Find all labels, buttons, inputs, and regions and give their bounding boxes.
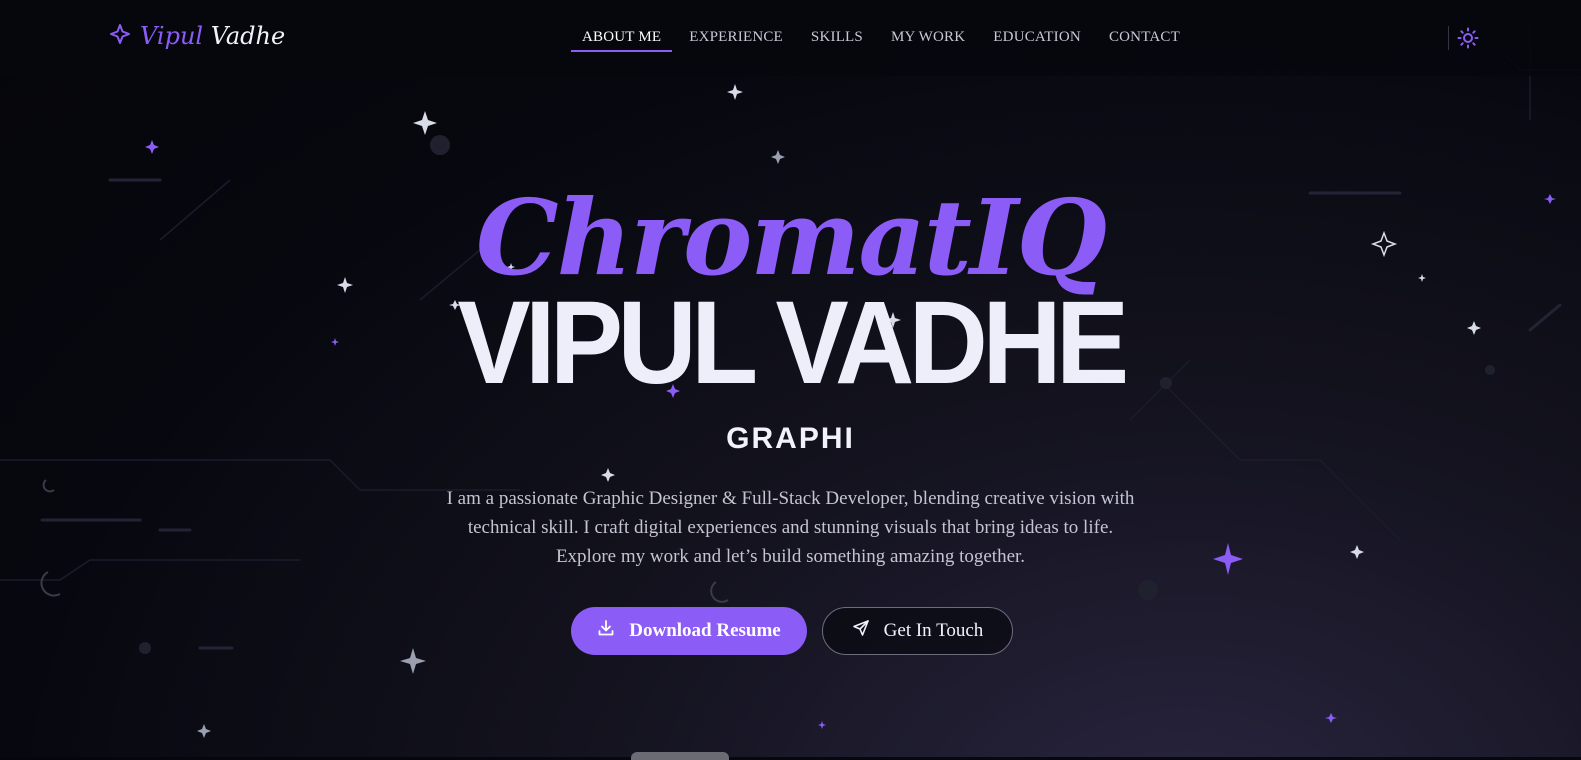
nav-contact[interactable]: CONTACT (1098, 28, 1191, 52)
nav-my-work[interactable]: MY WORK (880, 28, 976, 52)
top-navbar: Vipul Vadhe ABOUT ME EXPERIENCE SKILLS M… (0, 0, 1581, 76)
logo-first-name: Vipul (140, 22, 204, 50)
logo-text: Vipul Vadhe (140, 22, 285, 50)
get-in-touch-button[interactable]: Get In Touch (822, 607, 1013, 655)
intro-line: I am a passionate Graphic Designer & Ful… (446, 488, 1135, 509)
download-resume-button[interactable]: Download Resume (571, 607, 807, 655)
hero-role: GRAPHI (726, 422, 855, 455)
sun-icon (1457, 27, 1479, 53)
main-nav: ABOUT ME EXPERIENCE SKILLS MY WORK EDUCA… (571, 28, 1197, 52)
download-resume-label: Download Resume (629, 620, 781, 641)
nav-about-me[interactable]: ABOUT ME (571, 28, 673, 52)
brand-script-title: ChromatIQ (475, 176, 1107, 299)
download-icon (597, 619, 615, 643)
theme-toggle-button[interactable] (1457, 27, 1479, 49)
scroll-indicator[interactable] (631, 752, 729, 760)
logo[interactable]: Vipul Vadhe (110, 22, 285, 50)
logo-last-name: Vadhe (210, 22, 286, 50)
nav-divider (1448, 26, 1449, 50)
hero-name: VIPUL VADHE (457, 277, 1129, 409)
intro-line: technical skill. I craft digital experie… (467, 517, 1114, 538)
send-icon (852, 619, 870, 643)
nav-education[interactable]: EDUCATION (982, 28, 1092, 52)
sparkle-icon (110, 24, 130, 48)
get-in-touch-label: Get In Touch (883, 620, 984, 641)
nav-experience[interactable]: EXPERIENCE (678, 28, 794, 52)
nav-skills[interactable]: SKILLS (800, 28, 874, 52)
intro-line: Explore my work and let’s build somethin… (555, 546, 1026, 567)
hero-intro: I am a passionate Graphic Designer & Ful… (440, 484, 1141, 571)
